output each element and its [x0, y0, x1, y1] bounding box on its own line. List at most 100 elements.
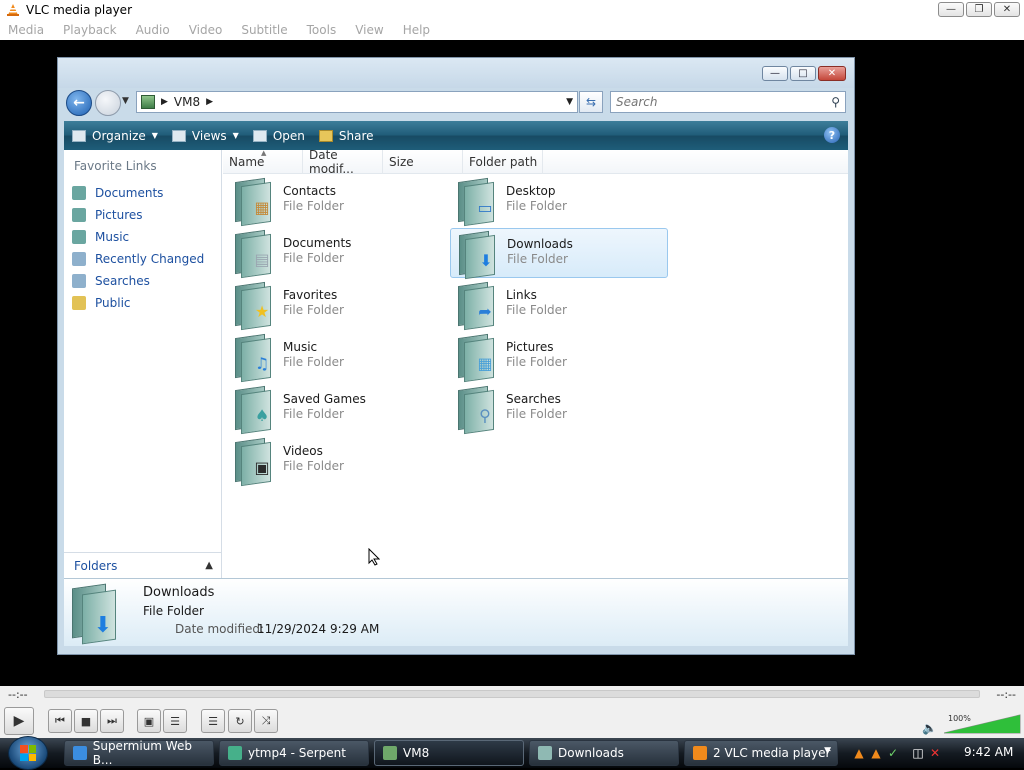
clock[interactable]: 9:42 AM	[964, 745, 1013, 759]
folder-tile-searches[interactable]: ⚲ Searches File Folder	[450, 384, 668, 435]
taskbar-button-4[interactable]: 2 VLC media player ▼	[684, 740, 838, 766]
column-folder-path[interactable]: Folder path	[463, 150, 543, 174]
previous-button[interactable]: ⏮	[48, 709, 72, 733]
share-icon	[318, 129, 333, 142]
computer-folder-icon	[141, 95, 155, 109]
search-field[interactable]: ⚲	[610, 91, 846, 113]
speaker-icon[interactable]: 🔈	[922, 721, 937, 735]
share-button[interactable]: Share	[318, 129, 374, 143]
playlist-button[interactable]: ☰	[201, 709, 225, 733]
address-bar[interactable]: ▶ VM8 ▶ ▼	[136, 91, 578, 113]
explorer-title-bar[interactable]: — □ ✕	[58, 58, 854, 88]
folder-tile-favorites[interactable]: ★ Favorites File Folder	[227, 280, 445, 331]
folders-toggle[interactable]: Folders ▲	[64, 552, 221, 578]
vlc-tray-icon[interactable]: ▲	[852, 746, 866, 760]
folder-tile-pictures[interactable]: ▦ Pictures File Folder	[450, 332, 668, 383]
chevron-down-icon: ▼	[824, 746, 831, 756]
network-tray-icon[interactable]: ◫	[911, 746, 925, 760]
seek-slider[interactable]	[44, 690, 980, 698]
forward-button[interactable]	[95, 90, 121, 116]
column-date-label: Date modif...	[309, 148, 354, 176]
search-icon[interactable]: ⚲	[831, 95, 840, 109]
vlc-tray-icon[interactable]: ▲	[869, 746, 883, 760]
refresh-button[interactable]: ⇆	[579, 91, 603, 113]
favorite-link-music[interactable]: Music	[70, 226, 204, 248]
close-button[interactable]: ✕	[994, 2, 1020, 17]
searches-icon: ⚲	[456, 385, 498, 435]
stop-button[interactable]: ■	[74, 709, 98, 733]
windows-logo-icon	[20, 745, 36, 761]
time-total[interactable]: --:--	[996, 688, 1016, 701]
taskbar-button-1[interactable]: ytmp4 - Serpent	[219, 740, 369, 766]
address-dropdown-icon[interactable]: ▼	[566, 97, 573, 107]
favorite-link-documents[interactable]: Documents	[70, 182, 204, 204]
vlc-controls: --:-- --:-- ▶ ⏮ ■ ⏭ ▣ ☰ ☰ ↻ ⤨ 🔈 100%	[0, 686, 1024, 738]
folder-tile-downloads[interactable]: ⬇ Downloads File Folder	[450, 228, 668, 280]
back-button[interactable]: ←	[66, 90, 92, 116]
menu-audio[interactable]: Audio	[136, 23, 170, 37]
menu-subtitle[interactable]: Subtitle	[241, 23, 287, 37]
menu-help[interactable]: Help	[403, 23, 430, 37]
explorer-close-button[interactable]: ✕	[818, 66, 846, 81]
taskbar-button-0[interactable]: Supermium Web B...	[64, 739, 214, 767]
links-icon: ➦	[456, 281, 498, 331]
recent-pages-dropdown-icon[interactable]: ▼	[122, 96, 129, 106]
column-name[interactable]: ▲ Name	[223, 149, 303, 174]
loop-button[interactable]: ↻	[228, 709, 252, 733]
favorite-link-searches[interactable]: Searches	[70, 270, 204, 292]
back-arrow-icon: ←	[73, 95, 85, 111]
search-input[interactable]	[616, 95, 816, 109]
folder-tile-music[interactable]: ♫ Music File Folder	[227, 332, 445, 383]
folder-tile-saved-games[interactable]: ♠ Saved Games File Folder	[227, 384, 445, 435]
column-date-modified[interactable]: Date modif...	[303, 148, 383, 176]
vlc-menu-bar: Media Playback Audio Video Subtitle Tool…	[0, 20, 1024, 40]
taskbar-button-3[interactable]: Downloads	[529, 740, 679, 766]
folder-tile-videos[interactable]: ▣ Videos File Folder	[227, 436, 445, 487]
open-label: Open	[272, 128, 305, 143]
folder-type: File Folder	[506, 355, 567, 369]
taskbar: Supermium Web B... ytmp4 - Serpent VM8 Down…	[0, 736, 1024, 770]
folder-tile-documents[interactable]: ▤ Documents File Folder	[227, 228, 445, 279]
folder-tile-desktop[interactable]: ▭ Desktop File Folder	[450, 176, 668, 227]
folder-tile-links[interactable]: ➦ Links File Folder	[450, 280, 668, 331]
explorer-maximize-button[interactable]: □	[790, 66, 816, 81]
favorite-links-list: Documents Pictures Music Recently Changed Se…	[70, 182, 204, 314]
breadcrumb-chevron-icon[interactable]: ▶	[161, 97, 168, 107]
minimize-button[interactable]: —	[938, 2, 964, 17]
menu-playback[interactable]: Playback	[63, 23, 117, 37]
organize-button[interactable]: Organize ▼	[72, 129, 158, 143]
play-button[interactable]: ▶	[4, 707, 34, 735]
help-icon[interactable]: ?	[824, 127, 840, 143]
open-button[interactable]: Open	[252, 128, 305, 143]
taskbar-button-2[interactable]: VM8	[374, 740, 524, 766]
fullscreen-button[interactable]: ▣	[137, 709, 161, 733]
time-elapsed[interactable]: --:--	[8, 688, 28, 701]
file-list-pane[interactable]: ▲ Name Date modif... Size Folder path ▦ Co…	[223, 148, 848, 578]
shuffle-button[interactable]: ⤨	[254, 709, 278, 733]
favorite-link-public[interactable]: Public	[70, 292, 204, 314]
menu-tools[interactable]: Tools	[307, 23, 337, 37]
menu-media[interactable]: Media	[8, 23, 44, 37]
folder-name: Music	[283, 340, 318, 354]
downloads-icon: ⬇	[457, 230, 499, 280]
volume-muted-tray-icon[interactable]: ✕	[928, 746, 942, 760]
next-button[interactable]: ⏭	[100, 709, 124, 733]
breadcrumb-vm8[interactable]: VM8	[174, 95, 200, 109]
menu-video[interactable]: Video	[189, 23, 223, 37]
extended-settings-button[interactable]: ☰	[163, 709, 187, 733]
column-size[interactable]: Size	[383, 150, 463, 174]
fullscreen-icon: ▣	[143, 714, 155, 728]
views-button[interactable]: Views ▼	[171, 129, 239, 143]
folder-tile-contacts[interactable]: ▦ Contacts File Folder	[227, 176, 445, 227]
start-button[interactable]	[8, 736, 48, 770]
security-tray-icon[interactable]: ✓	[886, 746, 900, 760]
menu-view[interactable]: View	[355, 23, 383, 37]
favorite-link-recently-changed[interactable]: Recently Changed	[70, 248, 204, 270]
explorer-minimize-button[interactable]: —	[762, 66, 788, 81]
restore-button[interactable]: ❐	[966, 2, 992, 17]
favorite-link-pictures[interactable]: Pictures	[70, 204, 204, 226]
folder-type: File Folder	[283, 199, 344, 213]
downloads-folder-icon	[538, 746, 552, 760]
breadcrumb-chevron-icon[interactable]: ▶	[206, 97, 213, 107]
chevron-down-icon: ▼	[151, 131, 158, 140]
